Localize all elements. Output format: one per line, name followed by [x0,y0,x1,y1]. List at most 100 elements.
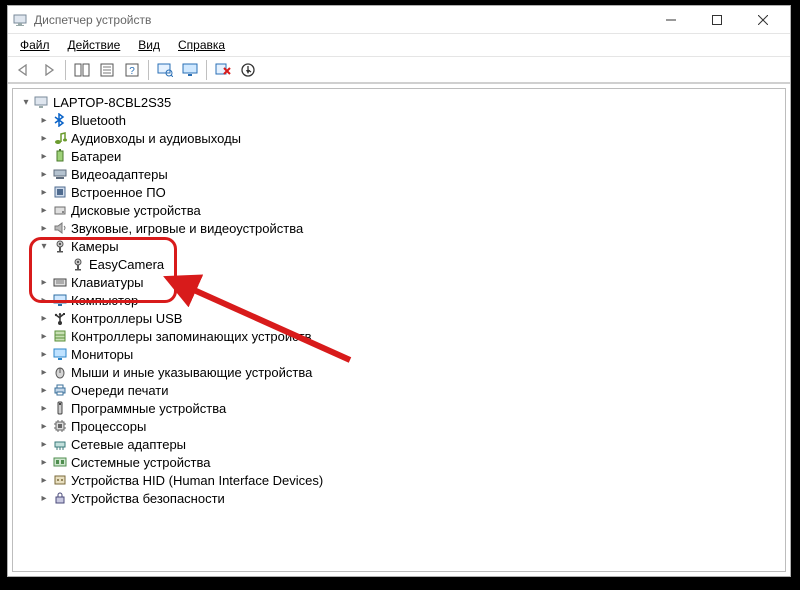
tree-item-processors[interactable]: ▸ Процессоры [37,417,783,435]
printer-icon [52,382,68,398]
uninstall-button[interactable] [211,59,235,81]
expand-icon[interactable]: ▸ [39,421,49,431]
tree-item-label: Bluetooth [71,113,126,128]
mouse-icon [52,364,68,380]
expand-icon[interactable]: ▸ [39,295,49,305]
camera-icon [52,238,68,254]
monitor-button[interactable] [178,59,202,81]
tree-root-label: LAPTOP-8CBL2S35 [53,95,171,110]
tree-item-firmware[interactable]: ▸ Встроенное ПО [37,183,783,201]
expand-icon[interactable]: ▸ [39,385,49,395]
tree-item-label: Контроллеры USB [71,311,182,326]
expand-icon[interactable]: ▸ [39,331,49,341]
menubar: Файл Действие Вид Справка [8,34,790,56]
expand-icon[interactable]: ▸ [39,205,49,215]
tree-item-label: Дисковые устройства [71,203,201,218]
tree-item-keyboards[interactable]: ▸ Клавиатуры [37,273,783,291]
back-button[interactable] [12,59,36,81]
expand-icon[interactable]: ▸ [39,349,49,359]
tree-item-audio-io[interactable]: ▸ Аудиовходы и аудиовыходы [37,129,783,147]
expand-icon[interactable]: ▸ [39,475,49,485]
bluetooth-icon [52,112,68,128]
menu-help[interactable]: Справка [170,37,233,53]
tree-item-disk-drives[interactable]: ▸ Дисковые устройства [37,201,783,219]
tree-item-bluetooth[interactable]: ▸ Bluetooth [37,111,783,129]
tree-item-label: Звуковые, игровые и видеоустройства [71,221,303,236]
toolbar-separator [206,60,207,80]
device-tree[interactable]: ▾ LAPTOP-8CBL2S35 ▸ Bluetooth ▸ Аудиовхо… [12,88,786,572]
toolbar: ? [8,56,790,84]
tree-item-label: Очереди печати [71,383,169,398]
forward-button[interactable] [37,59,61,81]
close-button[interactable] [740,7,786,33]
tree-item-security-devices[interactable]: ▸ Устройства безопасности [37,489,783,507]
battery-icon [52,148,68,164]
tree-item-label: Мыши и иные указывающие устройства [71,365,312,380]
tree-item-video-adapters[interactable]: ▸ Видеоадаптеры [37,165,783,183]
maximize-button[interactable] [694,7,740,33]
tree-item-system-devices[interactable]: ▸ Системные устройства [37,453,783,471]
expand-icon[interactable]: ▸ [39,133,49,143]
device-manager-window: Диспетчер устройств Файл Действие Вид Сп… [7,5,791,577]
tree-item-label: Аудиовходы и аудиовыходы [71,131,241,146]
expand-icon[interactable]: ▸ [39,223,49,233]
app-icon [12,12,28,28]
network-adapter-icon [52,436,68,452]
tree-root-node[interactable]: ▾ LAPTOP-8CBL2S35 [19,93,783,111]
tree-item-easycamera[interactable]: EasyCamera [55,255,783,273]
menu-file[interactable]: Файл [12,37,58,53]
tree-item-sound-game-video[interactable]: ▸ Звуковые, игровые и видеоустройства [37,219,783,237]
tree-item-network-adapters[interactable]: ▸ Сетевые адаптеры [37,435,783,453]
tree-item-print-queues[interactable]: ▸ Очереди печати [37,381,783,399]
tree-item-computer[interactable]: ▸ Компьютер [37,291,783,309]
hid-icon [52,472,68,488]
tree-item-label: Устройства HID (Human Interface Devices) [71,473,323,488]
tree-item-label: Программные устройства [71,401,226,416]
tree-item-mice[interactable]: ▸ Мыши и иные указывающие устройства [37,363,783,381]
system-device-icon [52,454,68,470]
expand-icon[interactable]: ▸ [39,313,49,323]
expand-collapse-icon[interactable]: ▾ [39,241,49,251]
menu-action[interactable]: Действие [60,37,129,53]
expand-icon[interactable]: ▸ [39,277,49,287]
tree-item-label: Видеоадаптеры [71,167,168,182]
expand-icon[interactable]: ▸ [39,169,49,179]
tree-item-hid[interactable]: ▸ Устройства HID (Human Interface Device… [37,471,783,489]
expand-icon[interactable]: ▸ [39,151,49,161]
tree-item-usb-controllers[interactable]: ▸ Контроллеры USB [37,309,783,327]
content-area: ▾ LAPTOP-8CBL2S35 ▸ Bluetooth ▸ Аудиовхо… [8,84,790,576]
expand-icon[interactable]: ▸ [39,439,49,449]
help-button[interactable]: ? [120,59,144,81]
expand-icon[interactable]: ▸ [39,457,49,467]
expand-icon[interactable]: ▸ [39,403,49,413]
show-hidden-button[interactable] [70,59,94,81]
window-controls [648,7,786,33]
toolbar-separator [148,60,149,80]
expand-icon[interactable]: ▸ [39,367,49,377]
minimize-button[interactable] [648,7,694,33]
audio-io-icon [52,130,68,146]
spacer [57,259,67,269]
tree-item-storage-controllers[interactable]: ▸ Контроллеры запоминающих устройств [37,327,783,345]
expand-icon[interactable]: ▸ [39,493,49,503]
tree-item-monitors[interactable]: ▸ Мониторы [37,345,783,363]
security-device-icon [52,490,68,506]
advanced-button[interactable] [236,59,260,81]
tree-item-cameras[interactable]: ▾ Камеры [37,237,783,255]
tree-item-label: EasyCamera [89,257,164,272]
expand-collapse-icon[interactable]: ▾ [21,97,31,107]
usb-icon [52,310,68,326]
cpu-icon [52,418,68,434]
speaker-icon [52,220,68,236]
menu-view[interactable]: Вид [130,37,168,53]
tree-item-label: Сетевые адаптеры [71,437,186,452]
scan-button[interactable] [153,59,177,81]
tree-item-label: Процессоры [71,419,146,434]
expand-icon[interactable]: ▸ [39,115,49,125]
properties-button[interactable] [95,59,119,81]
tree-item-batteries[interactable]: ▸ Батареи [37,147,783,165]
tree-item-software-devices[interactable]: ▸ Программные устройства [37,399,783,417]
expand-icon[interactable]: ▸ [39,187,49,197]
software-device-icon [52,400,68,416]
camera-icon [70,256,86,272]
